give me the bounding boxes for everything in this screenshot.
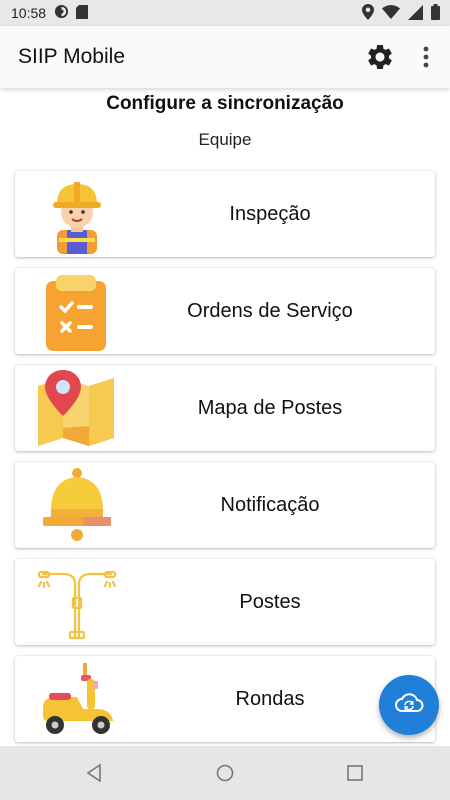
menu-label-mapa-postes: Mapa de Postes — [197, 396, 343, 419]
location-icon — [362, 4, 374, 23]
home-icon[interactable] — [215, 763, 235, 783]
app-title: SIIP Mobile — [18, 45, 125, 68]
recents-icon[interactable] — [345, 763, 365, 783]
cloud-sync-button[interactable] — [379, 675, 439, 735]
menu-card-inspecao[interactable]: Inspeção — [15, 171, 435, 257]
status-time: 10:58 — [11, 5, 47, 21]
app-bar: SIIP Mobile — [0, 26, 450, 88]
menu-card-postes[interactable]: Postes — [15, 559, 435, 645]
main-content: Configure a sincronização Equipe Inspeçã… — [0, 88, 450, 746]
sync-icon — [54, 4, 69, 22]
signal-icon — [408, 4, 423, 23]
menu-card-notificacao[interactable]: Notificação — [15, 462, 435, 548]
menu-label-rondas: Rondas — [235, 687, 305, 710]
status-bar: 10:58 — [0, 0, 450, 26]
battery-icon — [431, 4, 440, 23]
cloud-sync-icon — [394, 691, 424, 720]
scooter-icon — [37, 659, 117, 739]
bell-icon — [37, 465, 117, 545]
map-icon — [37, 368, 117, 448]
more-vert-icon[interactable] — [416, 44, 436, 72]
back-icon[interactable] — [85, 763, 105, 783]
page-subtitle: Equipe — [198, 130, 252, 149]
gear-icon[interactable] — [365, 42, 395, 72]
menu-label-inspecao: Inspeção — [229, 202, 311, 225]
menu-card-rondas[interactable]: Rondas — [15, 656, 435, 742]
menu-label-postes: Postes — [239, 590, 301, 613]
wifi-icon — [382, 5, 400, 22]
menu-label-notificacao: Notificação — [220, 493, 320, 516]
menu-card-ordens-servico[interactable]: Ordens de Serviço — [15, 268, 435, 354]
clipboard-icon — [37, 271, 117, 351]
street-light-icon — [37, 562, 117, 642]
menu-card-mapa-postes[interactable]: Mapa de Postes — [15, 365, 435, 451]
system-nav-bar — [0, 746, 450, 800]
sd-card-icon — [76, 4, 89, 22]
menu-label-ordens-servico: Ordens de Serviço — [187, 299, 353, 322]
page-title: Configure a sincronização — [106, 93, 344, 114]
worker-icon — [37, 174, 117, 254]
